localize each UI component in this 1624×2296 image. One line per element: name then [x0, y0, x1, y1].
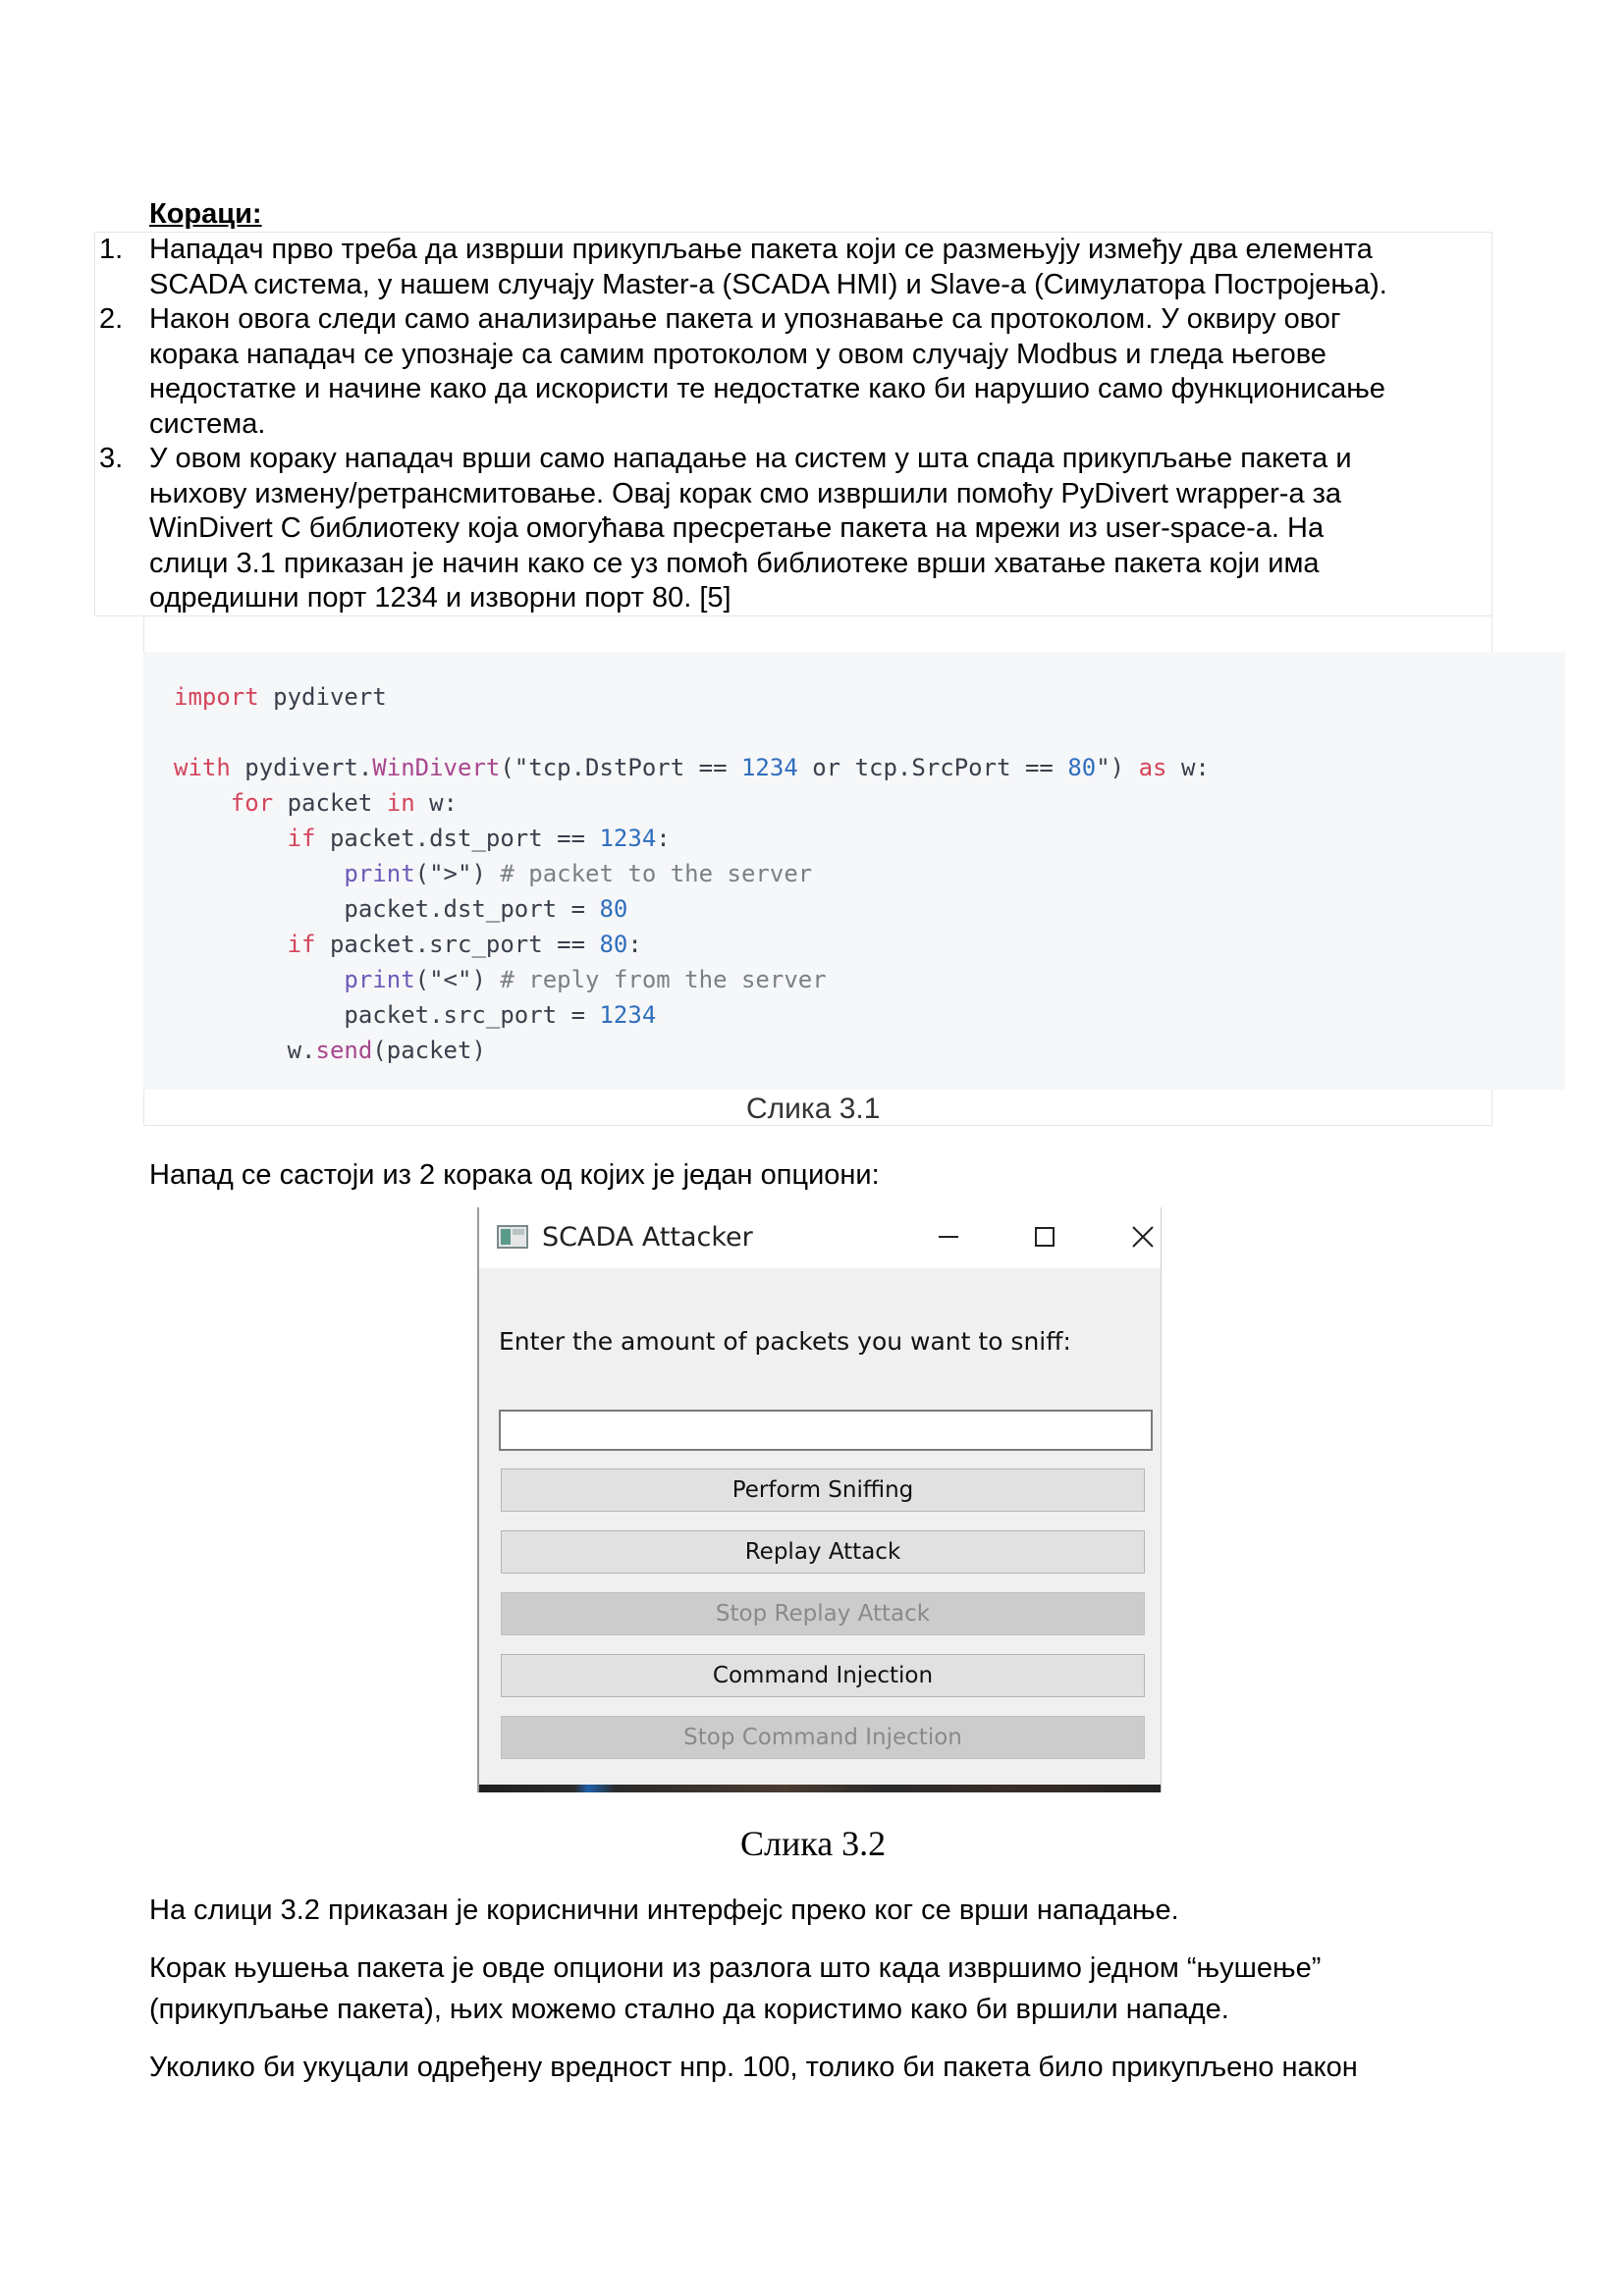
minimize-icon	[939, 1236, 958, 1238]
paragraph-ui: На слици 3.2 приказан је кориснични инте…	[149, 1895, 1179, 1926]
figure-3-1-caption: Слика 3.1	[746, 1093, 881, 1125]
code-line: w.send(packet)	[174, 1037, 486, 1064]
maximize-button[interactable]	[1017, 1213, 1072, 1260]
paragraph-sniffing-optional: Корак њушења пакета је овде опциони из р…	[149, 1952, 1322, 2025]
window-titlebar[interactable]: SCADA Attacker	[479, 1207, 1161, 1268]
paragraph-packet-value: Уколико би укуцали одређену вредност нпр…	[149, 2052, 1358, 2083]
code-line: import pydivert	[174, 683, 387, 711]
perform-sniffing-button[interactable]: Perform Sniffing	[501, 1468, 1145, 1512]
code-line: print(">") # packet to the server	[344, 860, 813, 887]
code-line: packet.src_port = 1234	[174, 1001, 657, 1029]
list-item-text: Нападач прво треба да изврши прикупљање …	[149, 234, 1387, 300]
packet-count-label: Enter the amount of packets you want to …	[499, 1327, 1071, 1356]
command-injection-button[interactable]: Command Injection	[501, 1654, 1145, 1697]
maximize-icon	[1035, 1227, 1055, 1247]
close-button[interactable]	[1115, 1213, 1170, 1260]
steps-list: 1. Нападач прво треба да изврши прикупља…	[94, 232, 1492, 616]
packet-count-input[interactable]	[499, 1410, 1153, 1451]
code-line: print("<") # reply from the server	[344, 966, 827, 993]
steps-heading: Кораци:	[149, 198, 262, 230]
scada-attacker-window: SCADA Attacker Enter the amount of packe…	[477, 1207, 1162, 1792]
app-icon	[497, 1225, 528, 1249]
list-item-number: 3.	[99, 443, 124, 474]
list-item-number: 1.	[99, 234, 124, 265]
close-icon	[1132, 1226, 1154, 1248]
code-line: packet.dst_port = 80	[174, 895, 628, 923]
list-item-text: Након овога следи само анализирање пакет…	[149, 303, 1385, 440]
replay-attack-button[interactable]: Replay Attack	[501, 1530, 1145, 1574]
stop-replay-attack-button[interactable]: Stop Replay Attack	[501, 1592, 1145, 1635]
code-line: if packet.src_port == 80:	[287, 931, 642, 958]
window-bottom-edge	[479, 1785, 1161, 1792]
paragraph-attack-steps: Напад се састоји из 2 корака од којих је…	[149, 1159, 880, 1191]
list-item-number: 2.	[99, 303, 124, 335]
minimize-button[interactable]	[921, 1213, 976, 1260]
code-line: if packet.dst_port == 1234:	[287, 825, 671, 852]
stop-command-injection-button[interactable]: Stop Command Injection	[501, 1716, 1145, 1759]
code-line: with pydivert.WinDivert("tcp.DstPort == …	[174, 754, 1210, 781]
window-title: SCADA Attacker	[542, 1222, 753, 1253]
figure-3-2-caption: Слика 3.2	[740, 1824, 887, 1863]
code-line: for packet in w:	[230, 789, 459, 817]
list-item-text: У овом кораку нападач врши само нападање…	[149, 443, 1352, 614]
